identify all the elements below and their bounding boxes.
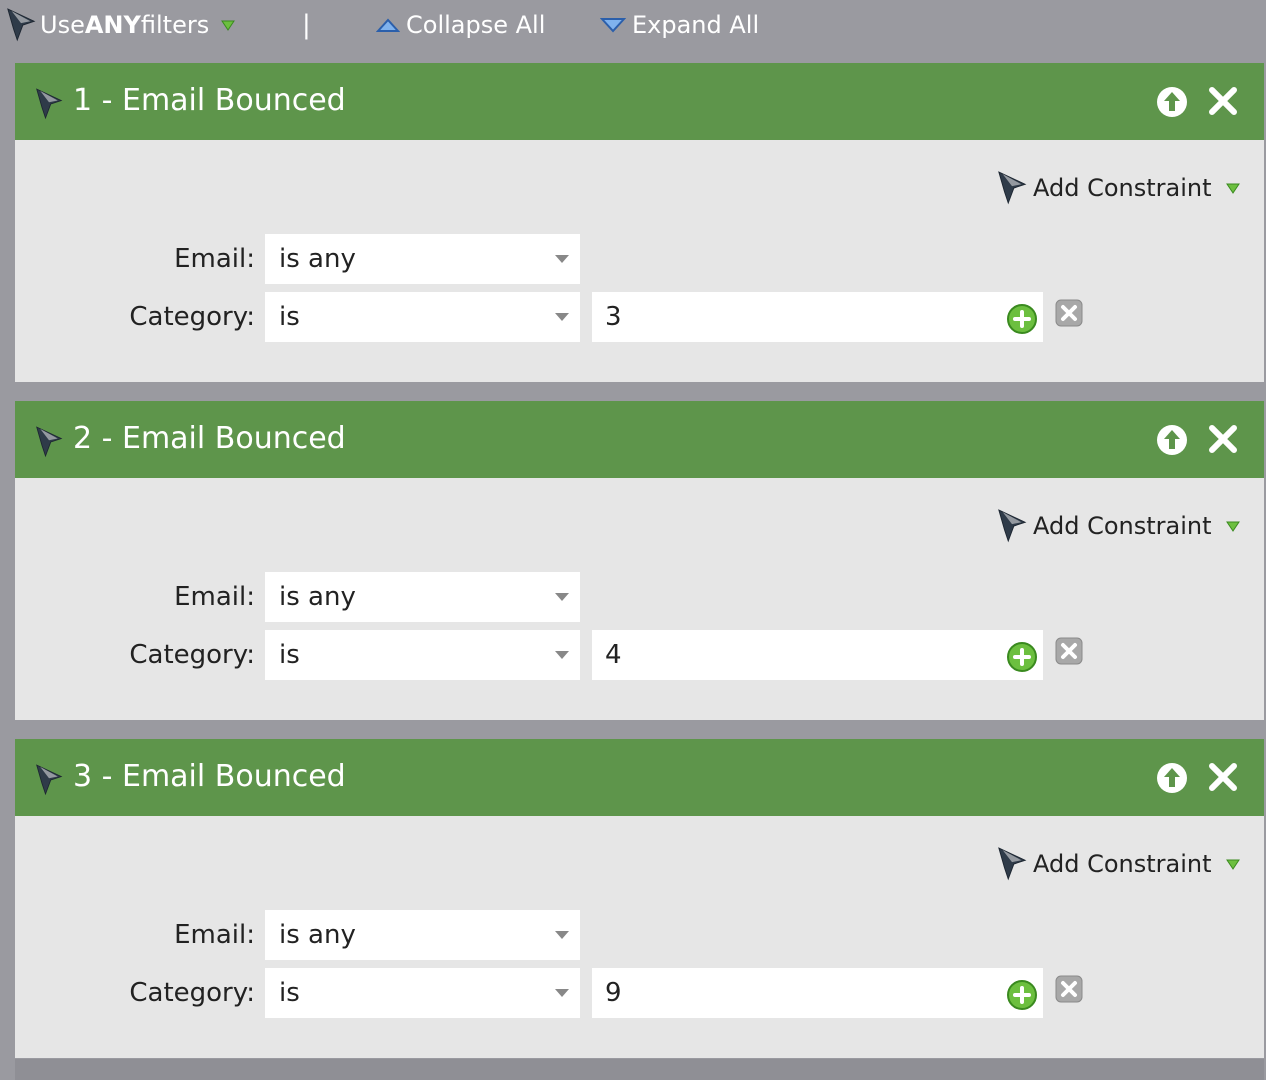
- plus-circle-icon[interactable]: [1006, 979, 1038, 1011]
- category-operator-value: is: [279, 978, 300, 1008]
- funnel-icon[interactable]: [35, 425, 63, 459]
- category-operator-value: is: [279, 302, 300, 332]
- category-operator-value: is: [279, 640, 300, 670]
- caret-down-icon: [1225, 521, 1240, 532]
- category-label: Category:: [129, 978, 255, 1008]
- filter-header[interactable]: 1 - Email Bounced: [15, 63, 1264, 140]
- category-value: 4: [605, 640, 622, 670]
- collapse-all-label: Collapse All: [406, 11, 546, 39]
- category-label: Category:: [129, 302, 255, 332]
- add-constraint-button[interactable]: Add Constraint: [997, 508, 1240, 544]
- category-label: Category:: [129, 640, 255, 670]
- filter-logic-suffix: filters: [140, 11, 210, 39]
- expand-all-label: Expand All: [632, 11, 760, 39]
- filter-header[interactable]: 3 - Email Bounced: [15, 739, 1264, 816]
- filter-title: 1 - Email Bounced: [73, 83, 346, 118]
- filter-logic-strong: ANY: [84, 11, 141, 39]
- close-icon[interactable]: [1208, 86, 1238, 116]
- caret-down-icon: [1225, 859, 1240, 870]
- arrow-up-circle-icon[interactable]: [1156, 424, 1188, 456]
- arrow-up-circle-icon[interactable]: [1156, 762, 1188, 794]
- email-operator-value: is any: [279, 920, 356, 950]
- category-value-input[interactable]: 4: [592, 630, 1043, 680]
- email-operator-value: is any: [279, 582, 356, 612]
- category-value-input[interactable]: 3: [592, 292, 1043, 342]
- add-constraint-label: Add Constraint: [1033, 850, 1212, 878]
- x-box-icon[interactable]: [1055, 637, 1083, 665]
- email-label: Email:: [174, 244, 255, 274]
- add-constraint-label: Add Constraint: [1033, 174, 1212, 202]
- close-icon[interactable]: [1208, 424, 1238, 454]
- filter-card: 3 - Email Bounced Add Constraint Email: …: [15, 739, 1264, 1058]
- add-constraint-button[interactable]: Add Constraint: [997, 846, 1240, 882]
- filter-logic-dropdown[interactable]: Use ANY filters: [6, 8, 236, 42]
- funnel-icon[interactable]: [35, 87, 63, 121]
- x-box-icon[interactable]: [1055, 299, 1083, 327]
- email-operator-select[interactable]: is any: [265, 234, 580, 284]
- chevron-down-icon: [555, 593, 569, 601]
- x-box-icon[interactable]: [1055, 975, 1083, 1003]
- caret-down-icon: [221, 20, 236, 31]
- category-value-input[interactable]: 9: [592, 968, 1043, 1018]
- chevron-down-icon: [555, 651, 569, 659]
- plus-circle-icon[interactable]: [1006, 641, 1038, 673]
- email-label: Email:: [174, 920, 255, 950]
- filter-card: 1 - Email Bounced Add Constraint Email: …: [15, 63, 1264, 382]
- expand-all-button[interactable]: Expand All: [600, 8, 759, 42]
- chevron-down-icon: [555, 989, 569, 997]
- chevron-down-icon: [555, 313, 569, 321]
- funnel-icon[interactable]: [35, 763, 63, 797]
- collapse-all-button[interactable]: Collapse All: [376, 8, 545, 42]
- filter-logic-prefix: Use: [40, 11, 85, 39]
- filter-toolbar: Use ANY filters | Collapse All Expand Al…: [0, 0, 1266, 52]
- next-filter-edge: [15, 1059, 1264, 1080]
- caret-down-icon: [1225, 183, 1240, 194]
- category-value: 9: [605, 978, 622, 1008]
- arrow-up-circle-icon[interactable]: [1156, 86, 1188, 118]
- email-operator-select[interactable]: is any: [265, 572, 580, 622]
- category-value: 3: [605, 302, 622, 332]
- toolbar-separator: |: [302, 10, 311, 40]
- filter-card: 2 - Email Bounced Add Constraint Email: …: [15, 401, 1264, 720]
- funnel-icon: [998, 847, 1026, 880]
- add-constraint-label: Add Constraint: [1033, 512, 1212, 540]
- filter-header[interactable]: 2 - Email Bounced: [15, 401, 1264, 478]
- add-constraint-button[interactable]: Add Constraint: [997, 170, 1240, 206]
- category-operator-select[interactable]: is: [265, 968, 580, 1018]
- chevron-down-icon: [555, 931, 569, 939]
- category-operator-select[interactable]: is: [265, 292, 580, 342]
- chevron-down-icon: [555, 255, 569, 263]
- funnel-icon: [998, 171, 1026, 204]
- close-icon[interactable]: [1208, 762, 1238, 792]
- filter-title: 2 - Email Bounced: [73, 421, 346, 456]
- plus-circle-icon[interactable]: [1006, 303, 1038, 335]
- funnel-icon: [7, 8, 35, 41]
- funnel-icon: [998, 509, 1026, 542]
- email-operator-select[interactable]: is any: [265, 910, 580, 960]
- category-operator-select[interactable]: is: [265, 630, 580, 680]
- triangle-down-icon: [600, 18, 626, 33]
- triangle-up-icon: [376, 18, 400, 32]
- email-operator-value: is any: [279, 244, 356, 274]
- email-label: Email:: [174, 582, 255, 612]
- filter-title: 3 - Email Bounced: [73, 759, 346, 794]
